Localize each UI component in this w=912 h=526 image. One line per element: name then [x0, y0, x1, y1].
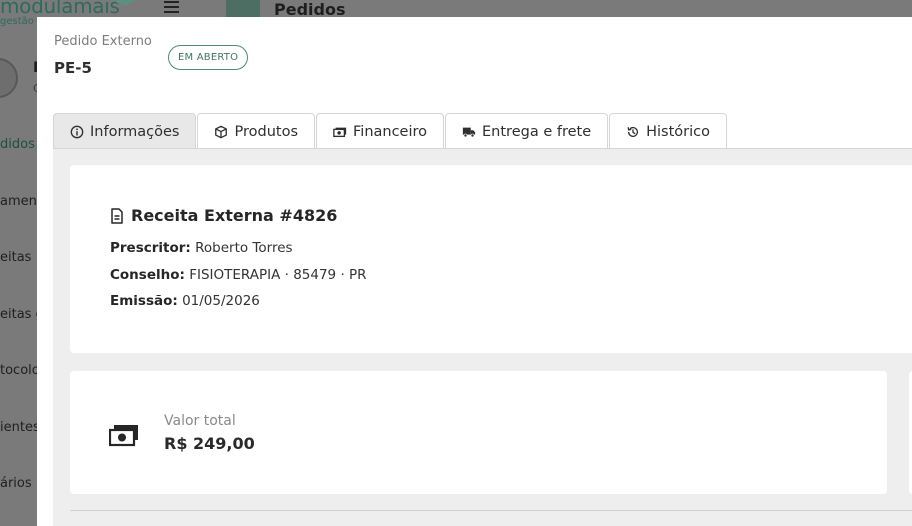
receita-card: Receita Externa #4826 Prescritor: Robert…	[70, 165, 912, 353]
truck-icon	[462, 127, 476, 137]
sidebar-item-receitas[interactable]: eitas	[0, 250, 31, 265]
menu-icon[interactable]	[164, 1, 179, 13]
emissao-value: 01/05/2026	[182, 293, 260, 309]
conselho-row: Conselho: FISIOTERAPIA · 85479 · PR	[110, 267, 367, 283]
valor-total-label: Valor total	[164, 413, 236, 429]
content-divider	[70, 510, 912, 511]
conselho-value: FISIOTERAPIA · 85479 · PR	[189, 267, 367, 283]
receita-title-text: Receita Externa #4826	[131, 206, 338, 225]
tab-bar: Informações Produtos Financeiro Entrega …	[53, 113, 728, 149]
sidebar-item-usuarios[interactable]: ários	[0, 476, 32, 491]
order-code: PE-5	[54, 59, 92, 77]
tab-financeiro[interactable]: Financeiro	[316, 113, 445, 149]
avatar	[0, 58, 18, 98]
sidebar-item-orcamentos[interactable]: amen	[0, 194, 37, 209]
sidebar-item-clientes[interactable]: ientes	[0, 420, 40, 435]
sidebar-item-pedidos[interactable]: didos	[0, 137, 35, 152]
prescritor-label: Prescritor:	[110, 240, 191, 256]
info-icon	[70, 125, 84, 138]
order-type-label: Pedido Externo	[54, 34, 152, 49]
valor-total-value: R$ 249,00	[164, 434, 255, 453]
document-icon	[111, 207, 123, 224]
valor-total-card: Valor total R$ 249,00	[70, 371, 887, 494]
money-icon	[109, 425, 138, 447]
order-modal: Pedido Externo PE-5 EM ABERTO Informaçõe…	[37, 17, 912, 526]
tab-label: Entrega e frete	[482, 123, 592, 140]
emissao-row: Emissão: 01/05/2026	[110, 293, 260, 309]
tab-label: Financeiro	[353, 123, 428, 140]
tab-historico[interactable]: Histórico	[609, 113, 728, 149]
history-icon	[627, 126, 639, 137]
prescritor-value: Roberto Torres	[195, 240, 293, 256]
tab-label: Informações	[90, 123, 180, 140]
sidebar-item-protocolos[interactable]: tocolo	[0, 363, 40, 378]
money-icon	[333, 127, 347, 137]
status-badge: EM ABERTO	[168, 45, 249, 70]
emissao-label: Emissão:	[110, 293, 178, 309]
tab-entrega-frete[interactable]: Entrega e frete	[445, 113, 609, 149]
logo-subtitle: gestão	[0, 16, 34, 27]
tab-produtos[interactable]: Produtos	[197, 113, 315, 149]
box-icon	[215, 125, 228, 138]
tab-label: Histórico	[646, 123, 711, 140]
prescritor-row: Prescritor: Roberto Torres	[110, 240, 293, 256]
tab-informacoes[interactable]: Informações	[53, 113, 197, 149]
conselho-label: Conselho:	[110, 267, 185, 283]
receita-title: Receita Externa #4826	[110, 206, 337, 225]
logo-plus-icon	[114, 0, 136, 10]
tab-content: Receita Externa #4826 Prescritor: Robert…	[53, 149, 912, 526]
tab-label: Produtos	[234, 123, 298, 140]
